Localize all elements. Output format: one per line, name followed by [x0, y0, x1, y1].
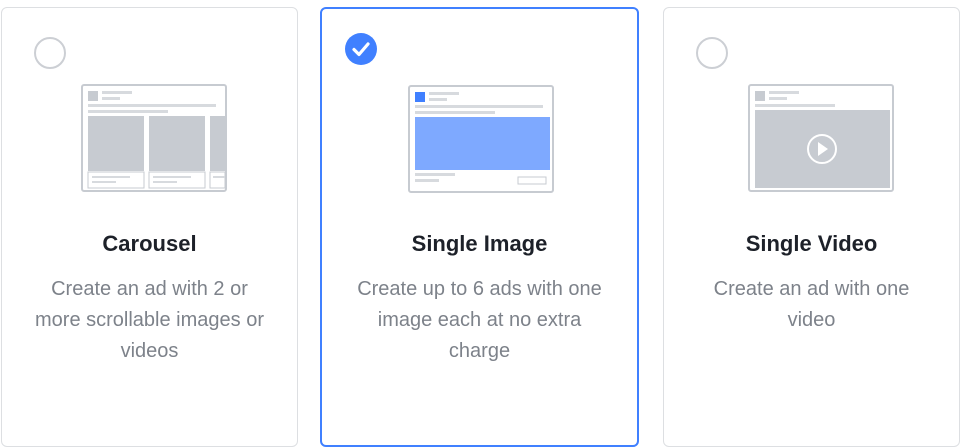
option-title: Single Image	[411, 231, 548, 256]
checkmark-icon[interactable]	[345, 33, 377, 65]
format-option-single-image[interactable]: Single Image Create up to 6 ads with one…	[320, 7, 639, 447]
option-title: Carousel	[102, 231, 197, 256]
single-video-preview-icon	[748, 84, 894, 192]
format-option-carousel[interactable]: Carousel Create an ad with 2 or more scr…	[1, 7, 298, 447]
option-description: Create an ad with one video	[713, 278, 910, 331]
carousel-preview-icon	[81, 84, 227, 192]
radio-button-single-video[interactable]	[696, 37, 728, 69]
option-description: Create up to 6 ads with one image each a…	[357, 278, 602, 362]
option-title: Single Video	[745, 231, 878, 256]
format-option-single-video[interactable]: Single Video Create an ad with one video	[663, 7, 960, 447]
option-description: Create an ad with 2 or more scrollable i…	[35, 278, 264, 362]
single-image-preview-icon	[408, 85, 554, 193]
radio-button-carousel[interactable]	[34, 37, 66, 69]
